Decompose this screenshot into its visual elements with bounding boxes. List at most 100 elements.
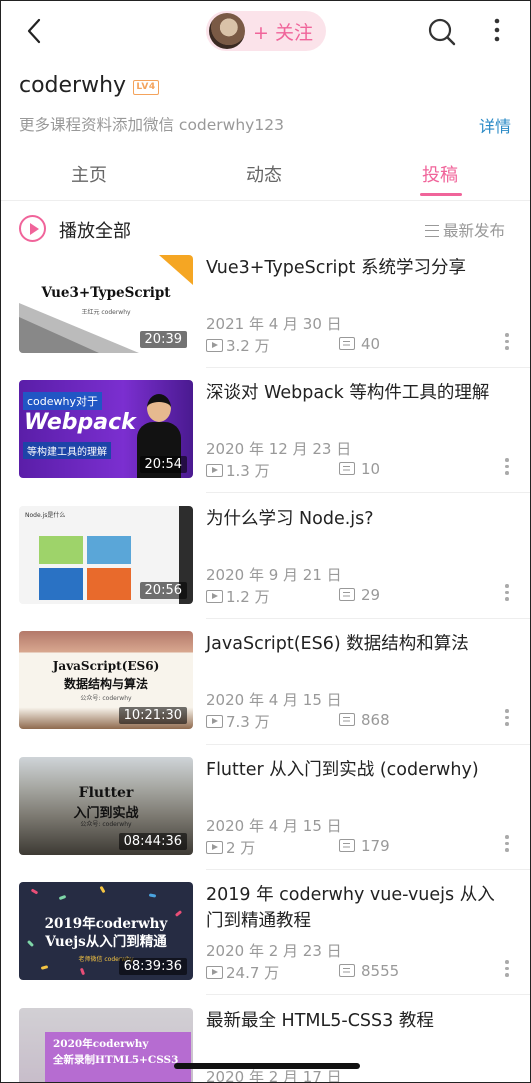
comment-icon <box>339 337 355 350</box>
video-thumbnail[interactable]: 2019年coderwhy Vuejs从入门到精通 老师微信 coderwhy … <box>19 882 193 980</box>
sort-label: 最新发布 <box>443 222 506 240</box>
play-all-icon[interactable] <box>19 215 46 242</box>
play-count-icon <box>206 715 223 728</box>
comment-icon <box>339 588 355 601</box>
back-button[interactable] <box>21 15 51 47</box>
level-badge: LV4 <box>133 80 159 95</box>
app-screen: + 关注 coderwhy LV4 更多课程资料添加微信 coderwhy123… <box>0 0 531 1083</box>
comment-count: 10 <box>361 460 381 478</box>
list-icon <box>425 225 439 237</box>
video-title[interactable]: Flutter 从入门到实战 (coderwhy) <box>206 757 506 783</box>
video-duration: 20:54 <box>139 456 187 473</box>
comment-count: 29 <box>361 586 381 604</box>
video-date: 2020 年 12 月 23 日 <box>206 440 352 458</box>
thumbnail-text: Node.js是什么 <box>25 512 66 519</box>
video-title[interactable]: 最新最全 HTML5-CSS3 教程 <box>206 1008 506 1034</box>
comment-icon <box>339 713 355 726</box>
home-indicator[interactable] <box>174 1063 360 1069</box>
video-item[interactable]: 2019年coderwhy Vuejs从入门到精通 老师微信 coderwhy … <box>1 882 530 1007</box>
video-item[interactable]: 2020年coderwhy 全新录制HTML5+CSS3 最新最全 HTML5-… <box>1 1008 530 1082</box>
item-more-button[interactable] <box>501 458 513 480</box>
video-item[interactable]: Vue3+TypeScript 王红元 coderwhy 20:39 Vue3+… <box>1 255 530 380</box>
divider <box>206 744 530 745</box>
divider <box>206 492 530 493</box>
divider <box>206 869 530 870</box>
profile-username: coderwhy <box>19 73 127 98</box>
video-date: 2020 年 4 月 15 日 <box>206 817 342 835</box>
video-thumbnail[interactable]: 2020年coderwhy 全新录制HTML5+CSS3 <box>19 1008 193 1082</box>
comment-count: 40 <box>361 335 381 353</box>
divider <box>206 367 530 368</box>
search-icon <box>428 18 456 46</box>
view-count: 2 万 <box>226 839 256 857</box>
comment-icon <box>339 462 355 475</box>
thumbnail-text: 公众号: coderwhy <box>80 821 132 828</box>
video-thumbnail[interactable]: Vue3+TypeScript 王红元 coderwhy 20:39 <box>19 255 193 353</box>
sort-button[interactable]: 最新发布 <box>425 219 505 241</box>
video-item[interactable]: JavaScript(ES6) 数据结构与算法 公众号: coderwhy 10… <box>1 631 530 756</box>
profile-bio: 更多课程资料添加微信 coderwhy123 <box>19 116 284 134</box>
view-count: 1.2 万 <box>226 588 270 606</box>
item-more-button[interactable] <box>501 960 513 982</box>
comment-count: 8555 <box>361 962 400 980</box>
video-item[interactable]: codewhy对于 Webpack 等构建工具的理解 20:54 深谈对 Web… <box>1 380 530 505</box>
thumbnail-text: Vuejs从入门到精通 <box>45 934 167 950</box>
video-date: 2020 年 4 月 15 日 <box>206 691 342 709</box>
item-more-button[interactable] <box>501 835 513 857</box>
item-more-button[interactable] <box>501 709 513 731</box>
video-title[interactable]: 2019 年 coderwhy vue-vuejs 从入门到精通教程 <box>206 882 506 934</box>
video-thumbnail[interactable]: codewhy对于 Webpack 等构建工具的理解 20:54 <box>19 380 193 478</box>
play-count-icon <box>206 966 223 979</box>
avatar[interactable] <box>209 13 245 49</box>
divider <box>206 994 530 995</box>
thumbnail-text: codewhy对于 <box>23 392 103 410</box>
thumbnail-text: 数据结构与算法 <box>63 677 148 691</box>
divider <box>206 618 530 619</box>
thumbnail-text: 王红元 coderwhy <box>81 309 131 316</box>
play-count-icon <box>206 464 223 477</box>
view-count: 1.3 万 <box>226 462 270 480</box>
video-date: 2020 年 2 月 23 日 <box>206 942 342 960</box>
follow-label[interactable]: + 关注 <box>253 18 313 45</box>
video-title[interactable]: 为什么学习 Node.js? <box>206 506 506 532</box>
detail-link[interactable]: 详情 <box>479 113 511 137</box>
more-button[interactable] <box>489 17 505 43</box>
thumbnail-text: 2020年coderwhy <box>53 1038 149 1050</box>
thumbnail-text: 等构建工具的理解 <box>23 442 111 459</box>
video-duration: 08:44:36 <box>118 833 187 850</box>
item-more-button[interactable] <box>501 584 513 606</box>
video-item[interactable]: Node.js是什么 20:56 为什么学习 Node.js? 2020 年 9… <box>1 506 530 631</box>
item-more-button[interactable] <box>501 333 513 355</box>
video-duration: 10:21:30 <box>118 707 187 724</box>
comment-count: 179 <box>361 837 390 855</box>
play-count-icon <box>206 841 223 854</box>
view-count: 7.3 万 <box>226 713 270 731</box>
tab-dynamics[interactable]: 动态 <box>246 161 282 187</box>
tab-submissions[interactable]: 投稿 <box>422 161 458 187</box>
video-thumbnail[interactable]: JavaScript(ES6) 数据结构与算法 公众号: coderwhy 10… <box>19 631 193 729</box>
video-date: 2020 年 9 月 21 日 <box>206 566 342 584</box>
video-thumbnail[interactable]: Flutter 入门到实战 公众号: coderwhy 08:44:36 <box>19 757 193 855</box>
chevron-left-icon <box>27 18 41 44</box>
tab-bar: 主页 动态 投稿 <box>1 151 530 201</box>
play-all-button[interactable]: 播放全部 <box>59 217 131 243</box>
tab-home[interactable]: 主页 <box>71 161 107 187</box>
thumbnail-text: Webpack <box>24 410 136 435</box>
comment-icon <box>339 839 355 852</box>
thumbnail-text: Flutter <box>78 785 134 801</box>
active-tab-indicator <box>420 193 462 196</box>
thumbnail-text: 公众号: coderwhy <box>80 695 132 702</box>
video-title[interactable]: 深谈对 Webpack 等构件工具的理解 <box>206 380 506 406</box>
view-count: 24.7 万 <box>226 964 280 982</box>
view-count: 3.2 万 <box>226 337 270 355</box>
search-button[interactable] <box>427 17 457 47</box>
video-title[interactable]: Vue3+TypeScript 系统学习分享 <box>206 255 506 281</box>
video-duration: 20:39 <box>139 331 187 348</box>
thumbnail-text: 2019年coderwhy <box>44 916 168 932</box>
video-title[interactable]: JavaScript(ES6) 数据结构和算法 <box>206 631 506 657</box>
video-item[interactable]: Flutter 入门到实战 公众号: coderwhy 08:44:36 Flu… <box>1 757 530 882</box>
comment-count: 868 <box>361 711 390 729</box>
thumbnail-text: JavaScript(ES6) <box>52 659 160 673</box>
video-thumbnail[interactable]: Node.js是什么 20:56 <box>19 506 193 604</box>
comment-icon <box>339 964 355 977</box>
